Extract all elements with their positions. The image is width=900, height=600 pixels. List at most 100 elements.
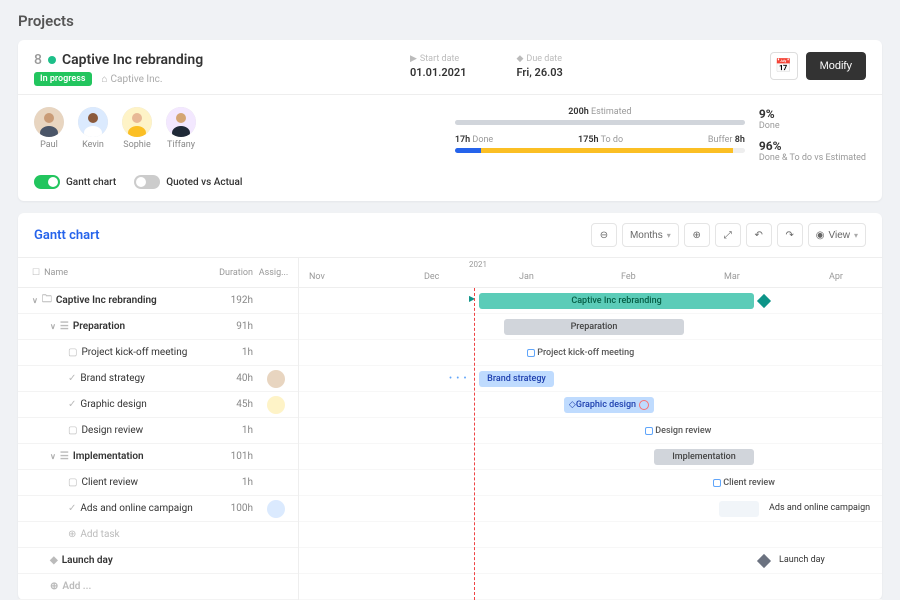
tree-row-add-task[interactable]: ⊕Add task <box>18 522 298 548</box>
chevron-down-icon: ∨ <box>32 296 38 305</box>
tree-row-task[interactable]: ▢Project kick-off meeting1h <box>18 340 298 366</box>
calendar-button[interactable]: 📅 <box>770 52 798 80</box>
gantt-bar-task[interactable]: ◇Graphic design <box>564 397 654 413</box>
tree-row-project[interactable]: ∨🗀Captive Inc rebranding192h <box>18 288 298 314</box>
stats-block: 200h Estimated 17h Done 175h To do Buffe… <box>455 107 866 163</box>
gantt-timeline[interactable]: 2021 Nov Dec Jan Feb Mar Apr ▶Captive In… <box>298 258 882 600</box>
zoom-in-icon: ⊕ <box>693 230 701 241</box>
today-line-icon <box>474 288 475 600</box>
check-icon: ✓ <box>68 399 76 410</box>
gantt-bar-task[interactable]: Design review <box>639 423 759 439</box>
play-icon: ▶ <box>410 54 417 64</box>
tree-row-group[interactable]: ∨☰Preparation91h <box>18 314 298 340</box>
tree-row-task[interactable]: ✓Brand strategy40h <box>18 366 298 392</box>
redo-button[interactable]: ↷ <box>777 223 803 247</box>
month-label: Apr <box>829 272 843 282</box>
undo-icon: ↶ <box>755 230 763 241</box>
folder-icon: 🗀 <box>42 292 52 309</box>
zoom-in-button[interactable]: ⊕ <box>684 223 710 247</box>
gantt-bar-task[interactable]: Project kick-off meeting <box>521 345 661 361</box>
chevron-down-icon: ∨ <box>50 322 56 331</box>
task-icon <box>713 479 721 487</box>
undo-button[interactable]: ↶ <box>746 223 772 247</box>
calendar-icon: ▢ <box>68 477 77 488</box>
chevron-down-icon: ∨ <box>50 452 56 461</box>
eye-icon: ◉ <box>816 230 825 241</box>
due-date-label: ◆Due date <box>517 54 563 64</box>
col-name[interactable]: ☐Name <box>32 268 203 278</box>
pct-combo: 96% <box>759 139 866 153</box>
due-date-value: Fri, 26.03 <box>517 66 563 79</box>
month-label: Jan <box>519 272 534 282</box>
col-assignee[interactable]: Assig... <box>253 268 298 278</box>
tree-row-milestone[interactable]: ◆Launch day <box>18 548 298 574</box>
gantt-bar-group[interactable]: Preparation <box>504 319 684 335</box>
toggle-on-icon <box>34 175 60 189</box>
quoted-vs-actual-toggle[interactable]: Quoted vs Actual <box>134 175 242 189</box>
timeline-header: 2021 Nov Dec Jan Feb Mar Apr <box>299 258 882 288</box>
status-dot-icon <box>48 56 56 64</box>
chevron-down-icon: ▾ <box>667 231 671 240</box>
year-label: 2021 <box>469 260 487 269</box>
tree-row-group[interactable]: ∨☰Implementation101h <box>18 444 298 470</box>
expand-icon: ⤢ <box>724 230 732 241</box>
expand-button[interactable]: ⤢ <box>715 223 741 247</box>
gantt-bar-group[interactable]: Implementation <box>654 449 754 465</box>
month-label: Nov <box>309 272 325 282</box>
tree-row-task[interactable]: ▢Client review1h <box>18 470 298 496</box>
avatar <box>267 396 285 414</box>
diamond-icon: ◆ <box>50 555 58 566</box>
gantt-toolbar: ⊖ Months▾ ⊕ ⤢ ↶ ↷ ◉View▾ <box>591 223 866 247</box>
month-label: Mar <box>724 272 740 282</box>
calendar-icon: ▢ <box>68 425 77 436</box>
zoom-out-button[interactable]: ⊖ <box>591 223 617 247</box>
project-name: Captive Inc rebranding <box>62 52 203 68</box>
gantt-toggle[interactable]: Gantt chart <box>34 175 116 189</box>
list-icon: ☰ <box>60 321 69 332</box>
person-paul[interactable]: Paul <box>34 107 64 150</box>
gantt-bar-task[interactable]: Client review <box>707 475 817 491</box>
avatar <box>78 107 108 137</box>
task-icon <box>527 349 535 357</box>
milestone-label: Launch day <box>779 555 825 565</box>
col-duration[interactable]: Duration <box>203 268 253 278</box>
client-label: ⌂ Captive Inc. <box>102 74 163 85</box>
milestone-icon[interactable] <box>757 554 771 568</box>
task-icon <box>645 427 653 435</box>
tree-row-task[interactable]: ✓Graphic design45h <box>18 392 298 418</box>
month-label: Dec <box>424 272 439 282</box>
tree-row-task[interactable]: ✓Ads and online campaign100h <box>18 496 298 522</box>
modify-button[interactable]: Modify <box>806 52 866 80</box>
person-tiffany[interactable]: Tiffany <box>166 107 196 150</box>
gantt-bar-task[interactable] <box>719 501 759 517</box>
redo-icon: ↷ <box>786 230 794 241</box>
dependency-dots-icon: • • • <box>449 374 468 384</box>
avatar <box>267 500 285 518</box>
page-title: Projects <box>18 12 882 30</box>
zoom-out-icon: ⊖ <box>600 230 608 241</box>
diamond-icon: ◆ <box>517 54 524 64</box>
gantt-bar-task[interactable]: Brand strategy <box>479 371 554 387</box>
month-label: Feb <box>621 272 636 282</box>
tree-row-task[interactable]: ▢Design review1h <box>18 418 298 444</box>
avatar <box>166 107 196 137</box>
person-sophie[interactable]: Sophie <box>122 107 152 150</box>
plus-icon: ⊕ <box>68 529 76 540</box>
gantt-bar-label: Ads and online campaign <box>769 503 870 513</box>
gantt-title: Gantt chart <box>34 228 99 243</box>
chevron-down-icon: ▾ <box>854 231 858 240</box>
people-list: Paul Kevin Sophie Tiffany <box>34 107 196 150</box>
calendar-icon: ▢ <box>68 347 77 358</box>
calendar-icon: 📅 <box>775 58 792 74</box>
tree-row-add[interactable]: ⊕Add ... <box>18 574 298 600</box>
progress-bar <box>455 148 745 153</box>
status-badge: In progress <box>34 72 92 86</box>
avatar <box>34 107 64 137</box>
view-dropdown[interactable]: ◉View▾ <box>808 223 866 247</box>
pct-done: 9% <box>759 107 866 121</box>
project-card: 8 Captive Inc rebranding In progress ⌂ C… <box>18 40 882 201</box>
months-dropdown[interactable]: Months▾ <box>622 223 679 247</box>
gantt-bar-summary[interactable]: Captive Inc rebranding <box>479 293 754 309</box>
plus-icon: ⊕ <box>50 581 58 592</box>
person-kevin[interactable]: Kevin <box>78 107 108 150</box>
